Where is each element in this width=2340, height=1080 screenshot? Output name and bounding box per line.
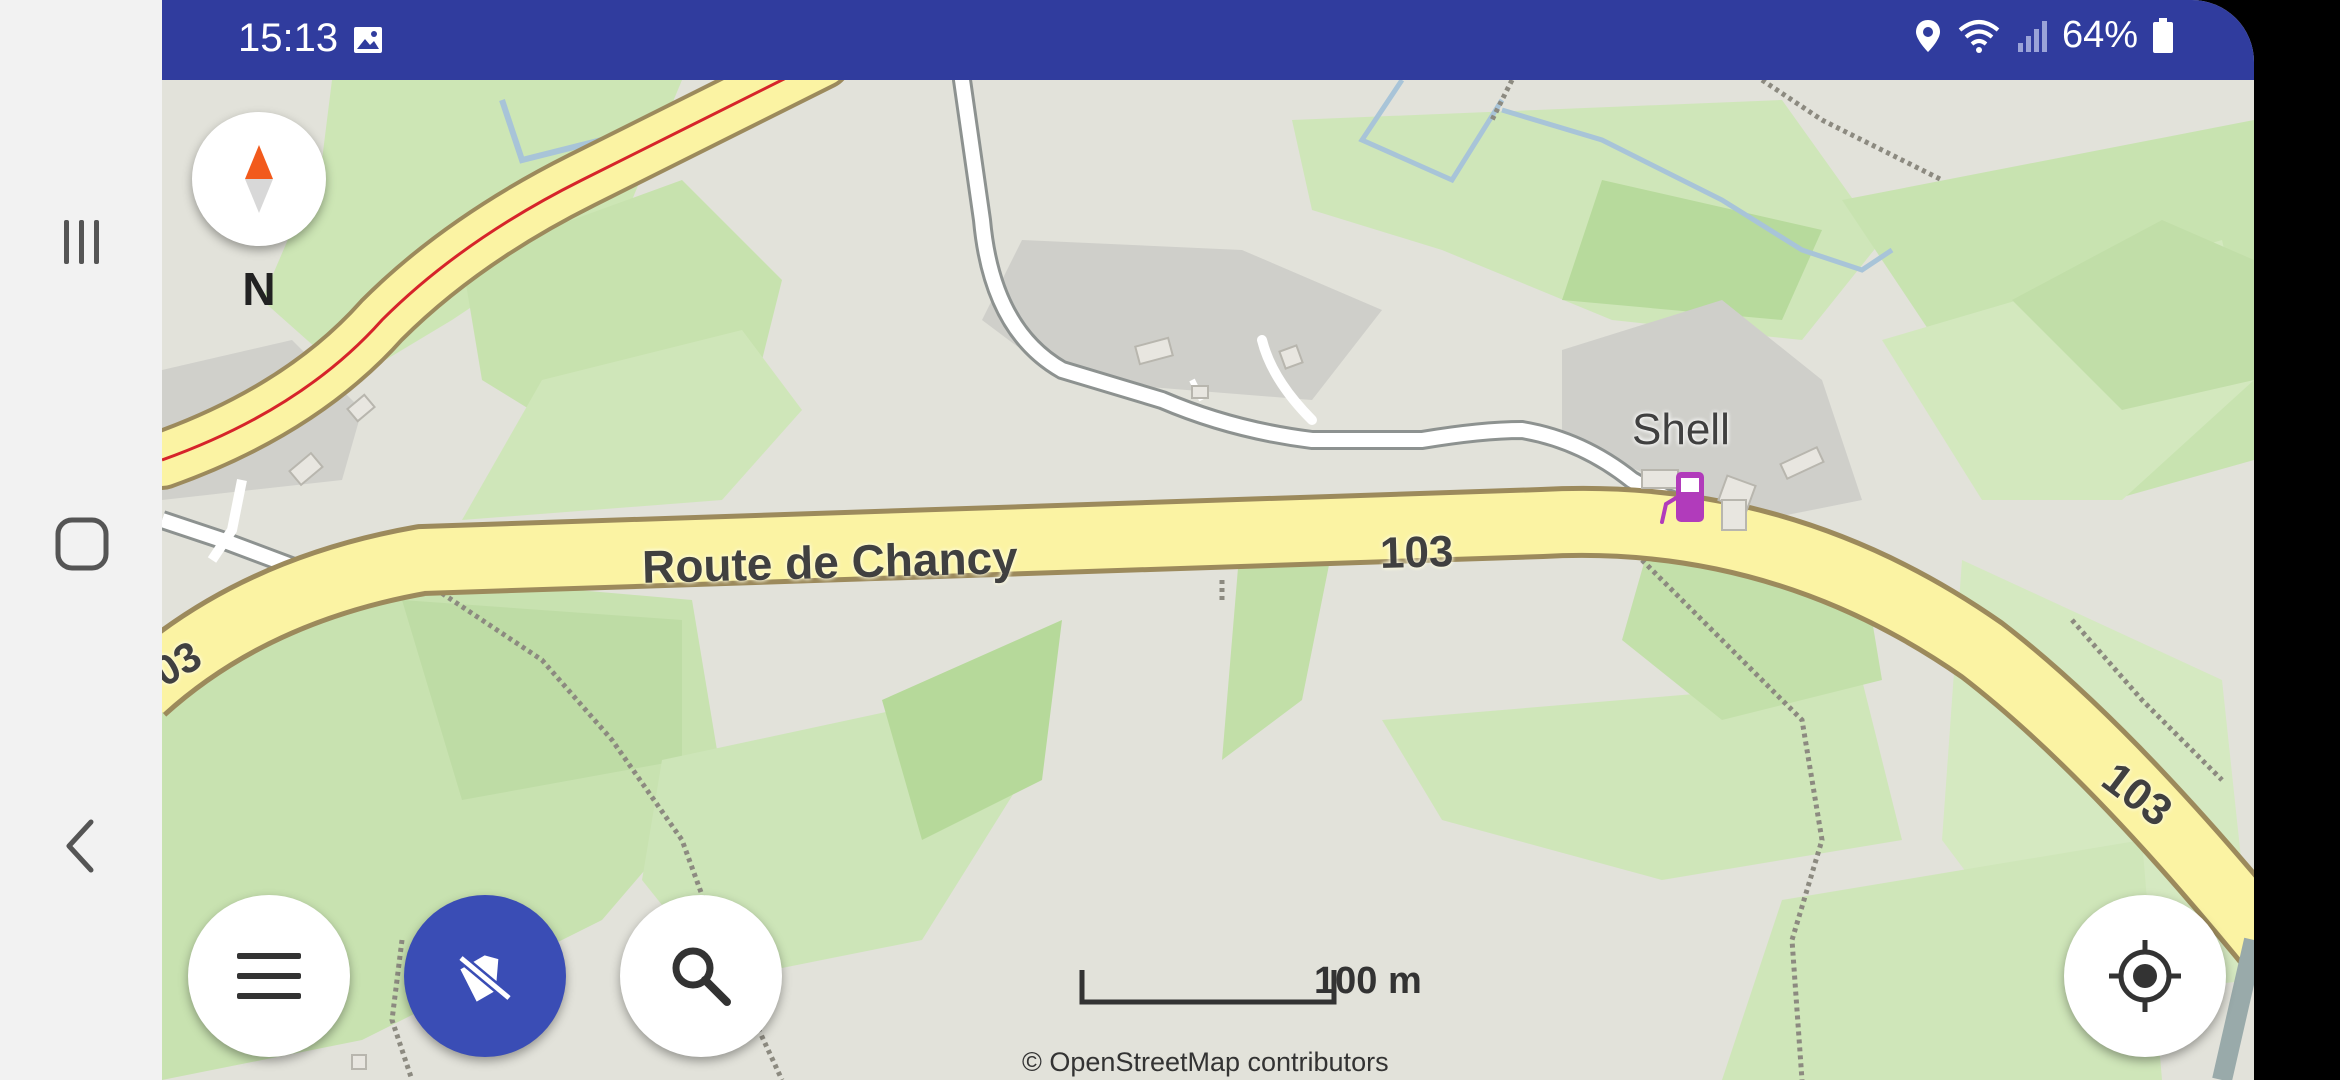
home-button[interactable] [46,508,118,580]
status-icons: 64% [1914,14,2174,57]
compass-icon [245,145,273,213]
back-icon [66,819,94,873]
back-button[interactable] [46,810,118,882]
recent-apps-button[interactable] [46,206,118,278]
menu-button[interactable] [188,895,350,1057]
location-icon [1915,19,1940,52]
poi-label[interactable]: Shell [1632,405,1730,455]
wifi-icon [1958,19,2000,53]
menu-icon [237,953,301,999]
compass-button[interactable] [192,112,326,246]
gallery-icon [354,27,382,53]
my-location-button[interactable] [2064,895,2226,1057]
road-name-label: Route de Chancy [641,531,1019,593]
app-screen: 15:13 64% Route de Chancy 103 103 03 She… [162,0,2254,1080]
status-bar: 15:13 64% [162,0,2254,80]
battery-percentage: 64% [2061,14,2138,56]
map-view[interactable]: Route de Chancy 103 103 03 Shell N 100 m [162,30,2254,1080]
signal-icon [2017,20,2047,52]
no-route-icon [457,954,513,1002]
recent-apps-icon [64,220,99,264]
system-navigation-bar [0,0,162,1080]
search-button[interactable] [620,895,782,1057]
my-location-icon [2109,940,2181,1012]
route-toggle-button[interactable] [404,895,566,1057]
battery-icon [2153,17,2173,53]
fuel-station-icon[interactable] [1658,468,1712,526]
map-attribution: © OpenStreetMap contributors [1022,1047,1389,1077]
compass-north-label: N [242,263,276,315]
home-icon [55,517,109,571]
search-icon [672,947,731,1006]
road-number-label: 103 [1379,527,1455,578]
scale-label: 100 m [1314,960,1422,1002]
status-time: 15:13 [238,16,339,60]
